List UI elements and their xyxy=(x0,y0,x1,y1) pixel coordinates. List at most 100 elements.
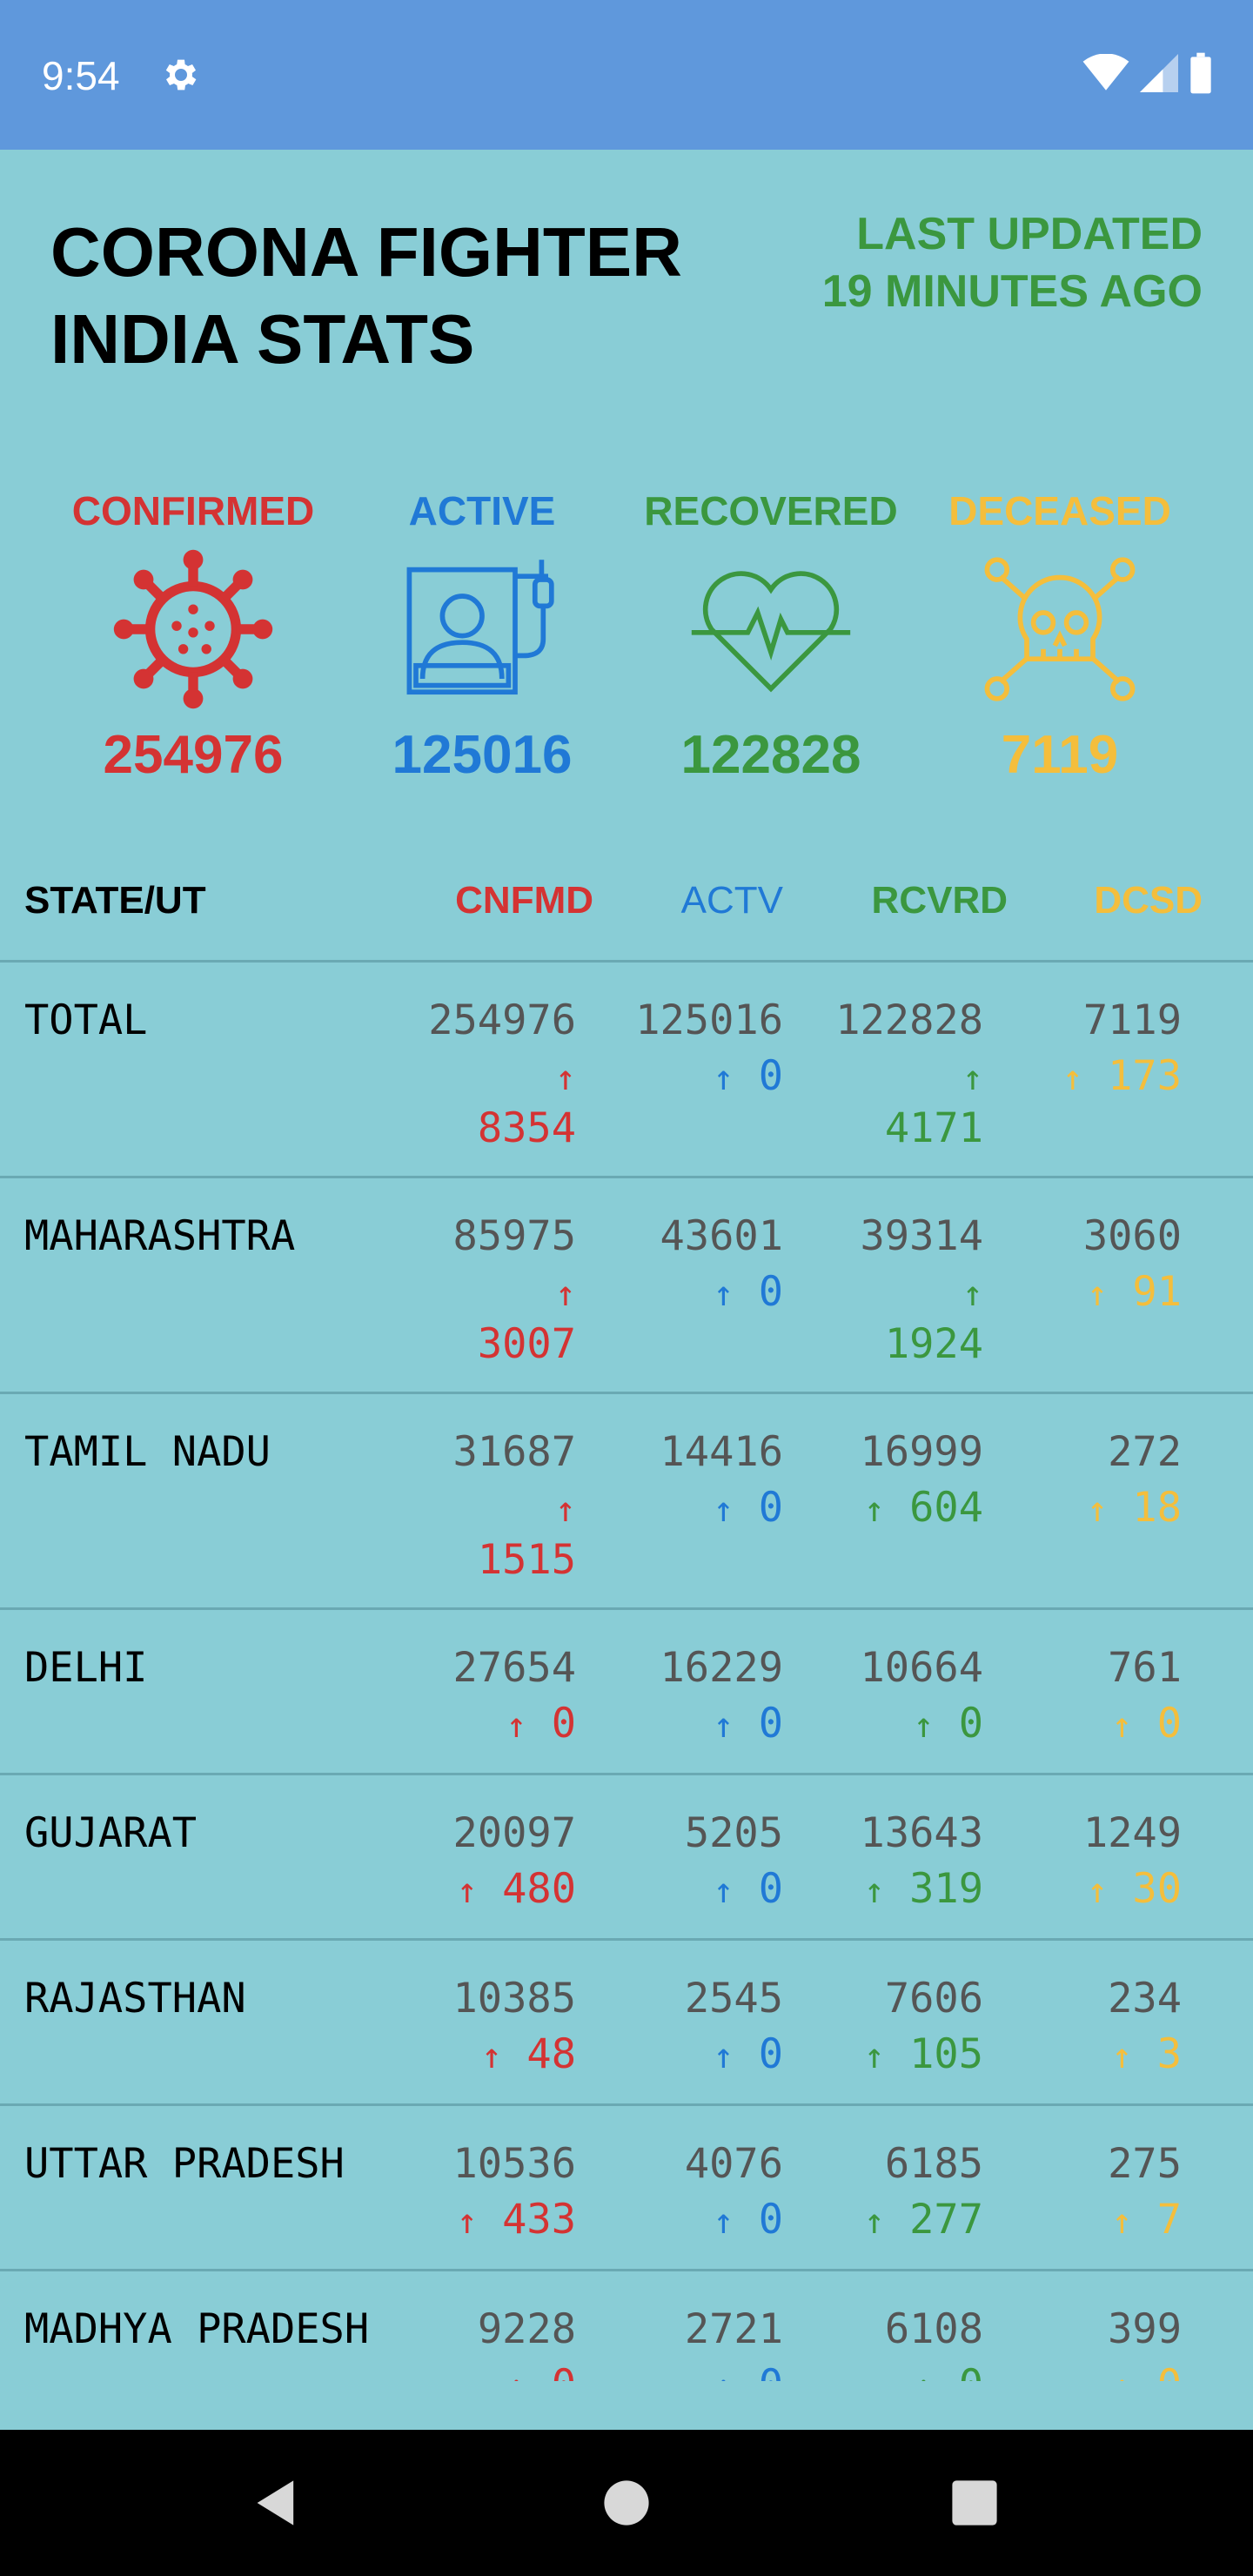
last-updated-line-1: LAST UPDATED xyxy=(856,209,1203,259)
active-delta: ↑ 0 xyxy=(574,2195,783,2247)
up-arrow-icon: ↑ xyxy=(1111,2202,1133,2242)
table-row[interactable]: MAHARASHTRA 85975 ↑ 3007 43601 ↑ 0 39314 ↑ 1924 3… xyxy=(0,1178,1253,1394)
home-icon[interactable] xyxy=(599,2475,654,2531)
state-table[interactable]: TOTAL 254976 ↑ 8354 125016 ↑ 0 122828 ↑ 4171 7119… xyxy=(0,963,1253,2381)
up-arrow-icon: ↑ xyxy=(1111,2036,1133,2076)
active-delta: ↑ 0 xyxy=(574,1267,783,1319)
header-recovered[interactable]: RCVRD xyxy=(872,877,1008,924)
deceased-cell: 272 ↑ 18 xyxy=(973,1427,1182,1535)
up-arrow-icon: ↑ xyxy=(913,2367,934,2381)
table-row[interactable]: TAMIL NADU 31687 ↑ 1515 14416 ↑ 0 16999 ↑ 604 27… xyxy=(0,1394,1253,1610)
active-total: 43601 xyxy=(660,1212,783,1260)
deceased-cell: 275 ↑ 7 xyxy=(973,2139,1182,2247)
deceased-delta-value: 3 xyxy=(1156,2030,1182,2078)
deceased-total: 3060 xyxy=(1082,1212,1182,1260)
heartbeat-icon xyxy=(691,571,851,693)
table-row[interactable]: GUJARAT 20097 ↑ 480 5205 ↑ 0 13643 ↑ 319 1249 ↑ … xyxy=(0,1775,1253,1941)
navigation-bar xyxy=(0,2430,1253,2576)
recovered-total: 7606 xyxy=(884,1975,983,2023)
table-row[interactable]: TOTAL 254976 ↑ 8354 125016 ↑ 0 122828 ↑ 4171 7119… xyxy=(0,963,1253,1178)
confirmed-cell: 10385 ↑ 48 xyxy=(367,1974,576,2082)
recovered-delta: ↑ 4171 xyxy=(774,1051,983,1154)
confirmed-delta-value: 480 xyxy=(502,1865,576,1913)
recovered-label: RECOVERED xyxy=(644,488,898,533)
confirmed-delta-value: 1515 xyxy=(477,1536,576,1584)
header-deceased[interactable]: DCSD xyxy=(1094,877,1203,924)
active-total: 14416 xyxy=(660,1428,783,1476)
deceased-cell: 7119 ↑ 173 xyxy=(973,996,1182,1104)
confirmed-cell: 31687 ↑ 1515 xyxy=(367,1427,576,1586)
state-name: GUJARAT xyxy=(24,1809,198,1857)
deceased-cell: 761 ↑ 0 xyxy=(973,1643,1182,1751)
confirmed-total: 9228 xyxy=(477,2305,576,2353)
up-arrow-icon: ↑ xyxy=(1111,2367,1132,2381)
recovered-cell: 39314 ↑ 1924 xyxy=(774,1211,983,1370)
deceased-value: 7119 xyxy=(1001,725,1119,785)
last-updated: LAST UPDATED 19 MINUTES AGO xyxy=(822,205,1203,320)
confirmed-delta: ↑ 0 xyxy=(367,2360,576,2381)
recovered-delta-value: 4171 xyxy=(884,1104,983,1152)
header-confirmed[interactable]: CNFMD xyxy=(455,877,593,924)
state-name: DELHI xyxy=(24,1644,148,1692)
deceased-cell: 234 ↑ 3 xyxy=(973,1974,1182,2082)
active-cell: 43601 ↑ 0 xyxy=(574,1211,783,1319)
deceased-delta: ↑ 18 xyxy=(973,1483,1182,1535)
deceased-delta: ↑ 91 xyxy=(973,1267,1182,1319)
recovered-total: 6185 xyxy=(884,2140,983,2188)
up-arrow-icon: ↑ xyxy=(713,2202,734,2242)
confirmed-cell: 254976 ↑ 8354 xyxy=(367,996,576,1154)
deceased-delta-value: 91 xyxy=(1132,1268,1182,1316)
page-title: CORONA FIGHTER INDIA STATS xyxy=(50,209,682,383)
summary-row: CONFIRMED 254976 ACTIVE 125016 RECOVERED… xyxy=(49,480,1204,811)
recovered-delta: ↑ 1924 xyxy=(774,1267,983,1370)
confirmed-delta-value: 48 xyxy=(526,2030,576,2078)
deceased-cell: 3060 ↑ 91 xyxy=(973,1211,1182,1319)
back-icon[interactable] xyxy=(249,2475,305,2531)
signal-icon xyxy=(1140,54,1178,92)
active-delta: ↑ 0 xyxy=(574,2029,783,2082)
up-arrow-icon: ↑ xyxy=(863,1490,885,1530)
confirmed-cell: 9228 ↑ 0 xyxy=(367,2304,576,2381)
deceased-delta: ↑ 7 xyxy=(973,2195,1182,2247)
deceased-delta-value: 7 xyxy=(1156,2196,1182,2244)
confirmed-delta: ↑ 1515 xyxy=(367,1483,576,1586)
recovered-cell: 16999 ↑ 604 xyxy=(774,1427,983,1535)
up-arrow-icon: ↑ xyxy=(713,1058,734,1098)
table-row[interactable]: RAJASTHAN 10385 ↑ 48 2545 ↑ 0 7606 ↑ 105 234 ↑ 3 xyxy=(0,1941,1253,2106)
status-bar: 9:54 xyxy=(0,0,1253,150)
deceased-cell: 1249 ↑ 30 xyxy=(973,1808,1182,1916)
recovered-delta-value: 1924 xyxy=(884,1320,983,1368)
active-delta: ↑ 0 xyxy=(574,1864,783,1916)
recovered-cell: 10664 ↑ 0 xyxy=(774,1643,983,1751)
up-arrow-icon: ↑ xyxy=(1062,1058,1083,1098)
table-row[interactable]: UTTAR PRADESH 10536 ↑ 433 4076 ↑ 0 6185 ↑ 277 2… xyxy=(0,2106,1253,2271)
confirmed-cell: 85975 ↑ 3007 xyxy=(367,1211,576,1370)
title-line-1: CORONA FIGHTER xyxy=(50,213,682,291)
header-state[interactable]: STATE/UT xyxy=(24,877,206,924)
table-row[interactable]: MADHYA PRADESH 9228 ↑ 0 2721 ↑ 0 6108 ↑ 0 399 ↑ … xyxy=(0,2271,1253,2381)
confirmed-delta: ↑ 3007 xyxy=(367,1267,576,1370)
recovered-cell: 13643 ↑ 319 xyxy=(774,1808,983,1916)
confirmed-delta: ↑ 48 xyxy=(367,2029,576,2082)
active-cell: 2721 ↑ 0 xyxy=(574,2304,783,2381)
recovered-total: 39314 xyxy=(860,1212,983,1260)
up-arrow-icon: ↑ xyxy=(863,2202,885,2242)
confirmed-total: 31687 xyxy=(452,1428,576,1476)
recents-icon[interactable] xyxy=(947,2475,1002,2531)
deceased-delta: ↑ 30 xyxy=(973,1864,1182,1916)
up-arrow-icon: ↑ xyxy=(554,1274,576,1314)
wifi-icon xyxy=(1082,54,1129,91)
recovered-cell: 6108 ↑ 0 xyxy=(774,2304,983,2381)
deceased-total: 272 xyxy=(1108,1428,1182,1476)
confirmed-cell: 27654 ↑ 0 xyxy=(367,1643,576,1751)
active-total: 2545 xyxy=(684,1975,783,2023)
confirmed-delta: ↑ 0 xyxy=(367,1699,576,1751)
header-active[interactable]: ACTV xyxy=(681,877,783,924)
confirmed-total: 10385 xyxy=(452,1975,576,2023)
active-delta: ↑ 0 xyxy=(574,2360,783,2381)
confirmed-label: CONFIRMED xyxy=(71,488,315,533)
up-arrow-icon: ↑ xyxy=(713,2367,734,2381)
up-arrow-icon: ↑ xyxy=(456,1871,478,1911)
state-name: TAMIL NADU xyxy=(24,1428,271,1476)
table-row[interactable]: DELHI 27654 ↑ 0 16229 ↑ 0 10664 ↑ 0 761 ↑ 0 xyxy=(0,1610,1253,1775)
